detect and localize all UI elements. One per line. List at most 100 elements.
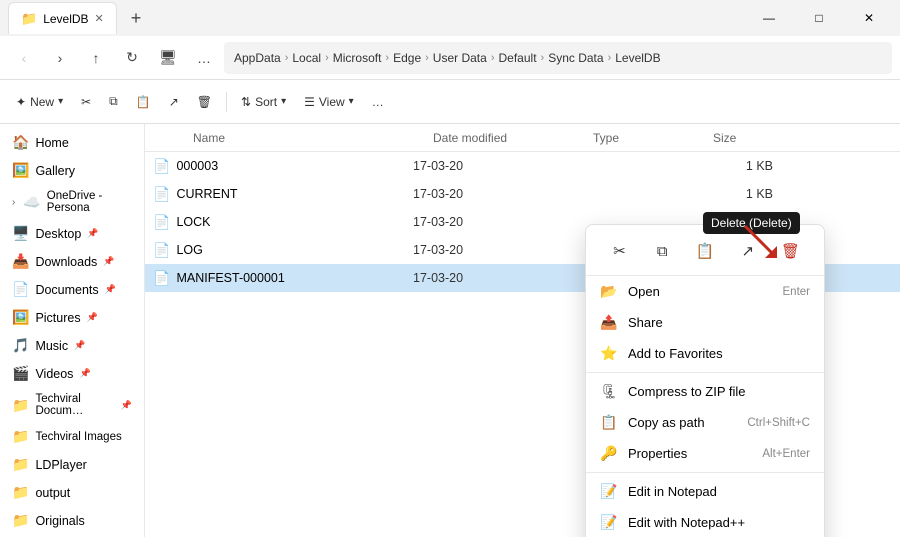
- breadcrumb-leveldb: LevelDB: [615, 51, 660, 65]
- ctx-open-label: Open: [628, 284, 773, 299]
- ctx-favorites-item[interactable]: ⭐ Add to Favorites: [586, 338, 824, 369]
- new-chevron-icon: ▾: [58, 96, 63, 107]
- file-icon: 📄: [153, 186, 170, 203]
- sidebar-item-ldplayer[interactable]: 📁 LDPlayer: [4, 451, 140, 478]
- refresh-button[interactable]: ↻: [116, 42, 148, 74]
- minimize-button[interactable]: —: [746, 2, 792, 34]
- ctx-favorites-label: Add to Favorites: [628, 346, 810, 361]
- music-icon: 🎵: [12, 337, 29, 354]
- up-button[interactable]: ↑: [80, 42, 112, 74]
- sidebar-item-label: OneDrive - Persona: [47, 190, 132, 214]
- file-content-area: Name Date modified Type Size 📄 000003 17…: [145, 124, 900, 537]
- table-row[interactable]: 📄 CURRENT 17-03-20 1 KB: [145, 180, 900, 208]
- sep1: ›: [285, 52, 289, 64]
- sidebar-item-techviral-docum[interactable]: 📁 Techviral Docum… 📌: [4, 388, 140, 422]
- folder-icon: 📁: [12, 484, 29, 501]
- file-icon: 📄: [153, 242, 170, 259]
- new-button[interactable]: ✦ New ▾: [8, 86, 71, 118]
- cut-button[interactable]: ✂: [73, 86, 99, 118]
- sidebar-item-gallery[interactable]: 🖼️ Gallery: [4, 157, 140, 184]
- toolbar: ✦ New ▾ ✂ ⧉ 📋 ↗ 🗑 ⇅ Sort ▾ ☰ View ▾ …: [0, 80, 900, 124]
- folder-icon: 📁: [12, 428, 29, 445]
- sidebar: 🏠 Home 🖼️ Gallery › ☁️ OneDrive - Person…: [0, 124, 145, 537]
- open-icon: 📂: [600, 283, 618, 300]
- ctx-copy-button[interactable]: ⧉: [646, 235, 678, 267]
- sidebar-item-output[interactable]: 📁 output: [4, 479, 140, 506]
- title-bar: 📁 LevelDB ✕ + — □ ✕: [0, 0, 900, 36]
- column-name: Name: [173, 131, 433, 145]
- back-button[interactable]: ‹: [8, 42, 40, 74]
- delete-button[interactable]: 🗑: [189, 86, 220, 118]
- breadcrumb-edge: Edge: [393, 51, 421, 65]
- sidebar-item-downloads[interactable]: 📥 Downloads 📌: [4, 248, 140, 275]
- properties-icon: 🔑: [600, 445, 618, 462]
- new-tab-button[interactable]: +: [125, 8, 148, 29]
- sort-icon: ⇅: [241, 95, 251, 109]
- sidebar-item-music[interactable]: 🎵 Music 📌: [4, 332, 140, 359]
- pin-icon: 📌: [79, 368, 90, 379]
- computer-button[interactable]: 🖥: [152, 42, 184, 74]
- close-button[interactable]: ✕: [846, 2, 892, 34]
- sidebar-item-label: Techviral Docum…: [35, 393, 114, 417]
- sidebar-item-desktop[interactable]: 🖥️ Desktop 📌: [4, 220, 140, 247]
- copy-path-icon: 📋: [600, 414, 618, 431]
- address-bar: ‹ › ↑ ↻ 🖥 … AppData › Local › Microsoft …: [0, 36, 900, 80]
- sidebar-item-label: LDPlayer: [35, 458, 86, 472]
- ctx-notepad-label: Edit in Notepad: [628, 484, 810, 499]
- ctx-open-shortcut: Enter: [783, 286, 811, 298]
- home-icon: 🏠: [12, 134, 29, 151]
- share-button[interactable]: ↗: [161, 86, 187, 118]
- sidebar-item-pictures[interactable]: 🖼️ Pictures 📌: [4, 304, 140, 331]
- sep7: ›: [608, 52, 612, 64]
- breadcrumb-expand[interactable]: …: [188, 42, 220, 74]
- window-controls: — □ ✕: [746, 2, 892, 34]
- active-tab[interactable]: 📁 LevelDB ✕: [8, 2, 117, 34]
- breadcrumb-default: Default: [499, 51, 537, 65]
- sidebar-item-label: output: [35, 486, 70, 500]
- sidebar-item-onedrive[interactable]: › ☁️ OneDrive - Persona: [4, 185, 140, 219]
- sidebar-item-originals[interactable]: 📁 Originals: [4, 507, 140, 534]
- ctx-copypath-item[interactable]: 📋 Copy as path Ctrl+Shift+C: [586, 407, 824, 438]
- sidebar-item-home[interactable]: 🏠 Home: [4, 129, 140, 156]
- table-row[interactable]: 📄 000003 17-03-20 1 KB: [145, 152, 900, 180]
- sidebar-item-label: Music: [35, 339, 68, 353]
- column-size: Size: [713, 131, 793, 145]
- breadcrumb-local: Local: [292, 51, 321, 65]
- gallery-icon: 🖼️: [12, 162, 29, 179]
- view-button[interactable]: ☰ View ▾: [296, 86, 362, 118]
- forward-button[interactable]: ›: [44, 42, 76, 74]
- tab-label: LevelDB: [43, 12, 88, 26]
- sidebar-item-label: Documents: [35, 283, 98, 297]
- file-icon: 📄: [153, 270, 170, 287]
- desktop-icon: 🖥️: [12, 225, 29, 242]
- ctx-compress-item[interactable]: 🗜 Compress to ZIP file: [586, 376, 824, 407]
- chevron-icon: ›: [12, 197, 15, 208]
- context-menu-icon-row: ✂ ⧉ 📋 ↗ 🗑: [586, 229, 824, 276]
- ctx-notepadpp-item[interactable]: 📝 Edit with Notepad++: [586, 507, 824, 537]
- ctx-notepad-item[interactable]: 📝 Edit in Notepad: [586, 476, 824, 507]
- copy-button[interactable]: ⧉: [101, 86, 126, 118]
- paste-button[interactable]: 📋: [128, 86, 159, 118]
- maximize-button[interactable]: □: [796, 2, 842, 34]
- context-menu: ✂ ⧉ 📋 ↗ 🗑 📂 Open Enter 📤 Share ⭐ Add to …: [585, 224, 825, 537]
- sidebar-item-documents[interactable]: 📄 Documents 📌: [4, 276, 140, 303]
- ctx-properties-item[interactable]: 🔑 Properties Alt+Enter: [586, 438, 824, 469]
- sidebar-item-label: Techviral Images: [35, 431, 121, 443]
- ctx-open-item[interactable]: 📂 Open Enter: [586, 276, 824, 307]
- tab-close-button[interactable]: ✕: [95, 12, 104, 25]
- more-options-button[interactable]: …: [364, 86, 392, 118]
- onedrive-icon: ☁️: [23, 194, 40, 211]
- ctx-share-item[interactable]: 📤 Share: [586, 307, 824, 338]
- sidebar-item-videos[interactable]: 🎬 Videos 📌: [4, 360, 140, 387]
- sidebar-item-label: Gallery: [35, 164, 75, 178]
- folder-icon: 📁: [12, 512, 29, 529]
- breadcrumb[interactable]: AppData › Local › Microsoft › Edge › Use…: [224, 42, 892, 74]
- ctx-cut-button[interactable]: ✂: [603, 235, 635, 267]
- sep4: ›: [425, 52, 429, 64]
- ctx-notepadpp-label: Edit with Notepad++: [628, 515, 810, 530]
- breadcrumb-microsoft: Microsoft: [333, 51, 382, 65]
- sidebar-item-techviral-images[interactable]: 📁 Techviral Images: [4, 423, 140, 450]
- ctx-paste-button[interactable]: 📋: [689, 235, 721, 267]
- view-chevron-icon: ▾: [349, 96, 354, 107]
- sort-button[interactable]: ⇅ Sort ▾: [233, 86, 294, 118]
